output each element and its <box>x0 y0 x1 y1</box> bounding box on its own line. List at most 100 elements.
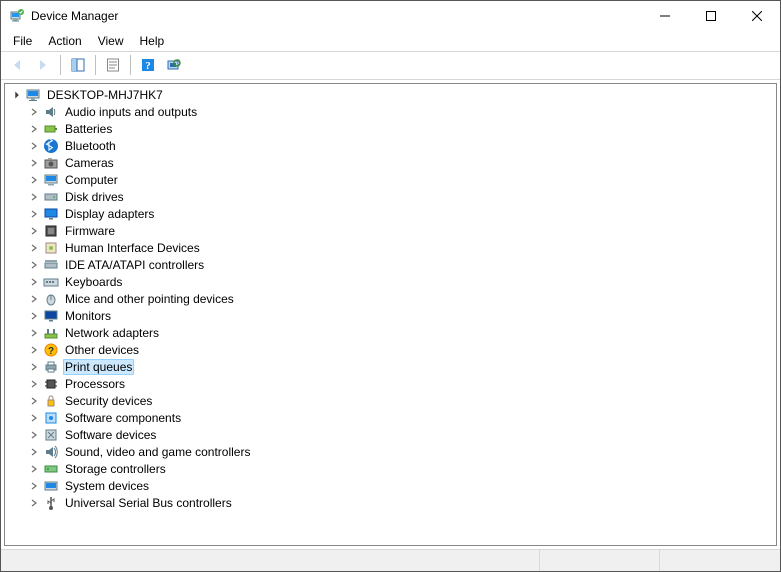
tree-item-label: Display adapters <box>63 207 156 221</box>
expander-closed-icon[interactable] <box>27 258 41 272</box>
expander-closed-icon[interactable] <box>27 360 41 374</box>
expander-closed-icon[interactable] <box>27 326 41 340</box>
expander-open-icon[interactable] <box>9 88 23 102</box>
disk-icon <box>43 189 59 205</box>
expander-closed-icon[interactable] <box>27 479 41 493</box>
tree-item[interactable]: Bluetooth <box>5 137 776 154</box>
tree-item-label: Disk drives <box>63 190 126 204</box>
device-tree[interactable]: DESKTOP-MHJ7HK7 Audio inputs and outputs… <box>4 83 777 546</box>
tree-item[interactable]: Disk drives <box>5 188 776 205</box>
expander-closed-icon[interactable] <box>27 343 41 357</box>
expander-closed-icon[interactable] <box>27 292 41 306</box>
expander-closed-icon[interactable] <box>27 105 41 119</box>
tree-item-label: Print queues <box>63 359 134 375</box>
cpu-icon <box>43 376 59 392</box>
network-icon <box>43 325 59 341</box>
tree-item-label: Computer <box>63 173 120 187</box>
scan-hardware-button[interactable] <box>162 54 186 76</box>
statusbar <box>1 549 780 571</box>
tree-item-label: Universal Serial Bus controllers <box>63 496 234 510</box>
maximize-button[interactable] <box>688 1 734 31</box>
expander-closed-icon[interactable] <box>27 428 41 442</box>
security-icon <box>43 393 59 409</box>
tree-item-label: Human Interface Devices <box>63 241 202 255</box>
toolbar-separator <box>95 55 96 75</box>
tree-item[interactable]: Monitors <box>5 307 776 324</box>
menu-view[interactable]: View <box>90 32 132 50</box>
tree-item[interactable]: Computer <box>5 171 776 188</box>
battery-icon <box>43 121 59 137</box>
tree-item[interactable]: Firmware <box>5 222 776 239</box>
tree-item[interactable]: Sound, video and game controllers <box>5 443 776 460</box>
device-manager-window: Device Manager File Action View Help <box>0 0 781 572</box>
expander-closed-icon[interactable] <box>27 122 41 136</box>
expander-closed-icon[interactable] <box>27 224 41 238</box>
monitor-icon <box>43 308 59 324</box>
expander-closed-icon[interactable] <box>27 241 41 255</box>
menu-action[interactable]: Action <box>40 32 89 50</box>
tree-item-label: Audio inputs and outputs <box>63 105 199 119</box>
tree-item-label: Other devices <box>63 343 141 357</box>
show-hide-tree-button[interactable] <box>66 54 90 76</box>
properties-button[interactable] <box>101 54 125 76</box>
printer-icon <box>43 359 59 375</box>
tree-item[interactable]: Processors <box>5 375 776 392</box>
tree-root-item[interactable]: DESKTOP-MHJ7HK7 <box>5 86 776 103</box>
tree-item[interactable]: Audio inputs and outputs <box>5 103 776 120</box>
tree-item[interactable]: IDE ATA/ATAPI controllers <box>5 256 776 273</box>
expander-closed-icon[interactable] <box>27 207 41 221</box>
tree-item[interactable]: Other devices <box>5 341 776 358</box>
tree-item[interactable]: Cameras <box>5 154 776 171</box>
bluetooth-icon <box>43 138 59 154</box>
window-controls <box>642 1 780 31</box>
minimize-button[interactable] <box>642 1 688 31</box>
expander-closed-icon[interactable] <box>27 411 41 425</box>
tree-item-label: Security devices <box>63 394 154 408</box>
expander-closed-icon[interactable] <box>27 173 41 187</box>
expander-closed-icon[interactable] <box>27 445 41 459</box>
menu-file[interactable]: File <box>5 32 40 50</box>
tree-item-label: Sound, video and game controllers <box>63 445 252 459</box>
firmware-icon <box>43 223 59 239</box>
tree-item[interactable]: Security devices <box>5 392 776 409</box>
expander-closed-icon[interactable] <box>27 309 41 323</box>
hid-icon <box>43 240 59 256</box>
sound-icon <box>43 444 59 460</box>
expander-closed-icon[interactable] <box>27 139 41 153</box>
tree-item[interactable]: System devices <box>5 477 776 494</box>
tree-item[interactable]: Batteries <box>5 120 776 137</box>
swdev-icon <box>43 427 59 443</box>
other-icon <box>43 342 59 358</box>
tree-item[interactable]: Storage controllers <box>5 460 776 477</box>
expander-closed-icon[interactable] <box>27 462 41 476</box>
help-button[interactable]: ? <box>136 54 160 76</box>
tree-item[interactable]: Software devices <box>5 426 776 443</box>
tree-item-label: Processors <box>63 377 127 391</box>
close-button[interactable] <box>734 1 780 31</box>
toolbar-separator <box>130 55 131 75</box>
expander-closed-icon[interactable] <box>27 190 41 204</box>
tree-item[interactable]: Print queues <box>5 358 776 375</box>
tree-item[interactable]: Display adapters <box>5 205 776 222</box>
back-button <box>5 54 29 76</box>
tree-item[interactable]: Human Interface Devices <box>5 239 776 256</box>
tree-item-label: Mice and other pointing devices <box>63 292 236 306</box>
tree-item[interactable]: Keyboards <box>5 273 776 290</box>
tree-item[interactable]: Network adapters <box>5 324 776 341</box>
tree-item-label: Software components <box>63 411 183 425</box>
camera-icon <box>43 155 59 171</box>
expander-closed-icon[interactable] <box>27 496 41 510</box>
ide-icon <box>43 257 59 273</box>
tree-item[interactable]: Mice and other pointing devices <box>5 290 776 307</box>
expander-closed-icon[interactable] <box>27 394 41 408</box>
forward-button <box>31 54 55 76</box>
toolbar: ? <box>1 52 780 80</box>
menu-help[interactable]: Help <box>132 32 173 50</box>
tree-item[interactable]: Universal Serial Bus controllers <box>5 494 776 511</box>
mouse-icon <box>43 291 59 307</box>
expander-closed-icon[interactable] <box>27 156 41 170</box>
tree-item[interactable]: Software components <box>5 409 776 426</box>
expander-closed-icon[interactable] <box>27 275 41 289</box>
tree-item-label: Network adapters <box>63 326 161 340</box>
expander-closed-icon[interactable] <box>27 377 41 391</box>
